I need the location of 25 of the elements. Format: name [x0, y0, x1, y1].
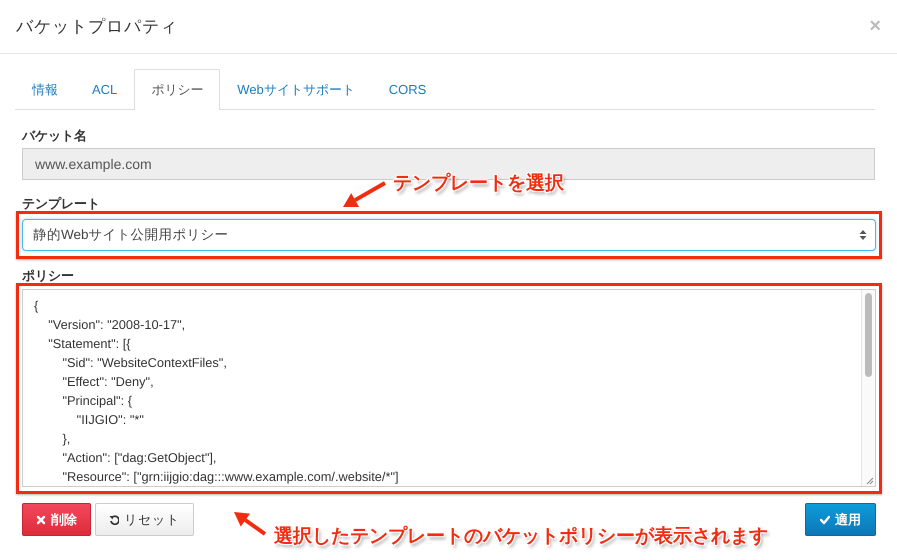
x-icon	[36, 514, 46, 524]
select-value: 静的Webサイト公開用ポリシー	[33, 226, 229, 244]
tab[interactable]: 情報	[15, 69, 75, 110]
tab[interactable]: Webサイトサポート	[220, 69, 372, 110]
dialog-title: バケットプロパティ	[16, 16, 178, 38]
resize-grip-icon[interactable]	[866, 477, 874, 485]
field-label: ポリシー	[22, 268, 74, 283]
field-label: テンプレート	[22, 196, 100, 211]
select-caret-icon	[859, 229, 867, 241]
tab[interactable]: ポリシー	[134, 69, 220, 110]
annotation-arrow	[343, 181, 386, 207]
field-label: バケット名	[22, 128, 87, 143]
checkmark-icon	[820, 514, 830, 524]
scrollbar[interactable]	[861, 290, 875, 486]
reset-button[interactable]: リセット	[95, 503, 194, 536]
scrollbar-thumb[interactable]	[865, 293, 872, 377]
template-select[interactable]: 静的Webサイト公開用ポリシー	[22, 219, 876, 251]
delete-button[interactable]: 削除	[22, 503, 91, 536]
tab[interactable]: CORS	[372, 69, 444, 110]
policy-code: { "Version": "2008-10-17", "Statement": [{ "Sid": "WebsiteContextFiles", "Effect": "Deny", "Principal": { "IIJGIO": "*" }, "Action": ["dag:GetObject"], "Resource": ["grn:iijgio:dag:::www.example.com/.website/*"]	[33, 297, 400, 486]
undo-icon	[109, 514, 119, 524]
annotation-arrow	[234, 512, 266, 536]
tab[interactable]: ACL	[75, 69, 134, 110]
apply-button[interactable]: 適用	[805, 503, 876, 536]
annotation-text: 選択したテンプレートのバケットポリシーが表示されます	[274, 524, 768, 549]
